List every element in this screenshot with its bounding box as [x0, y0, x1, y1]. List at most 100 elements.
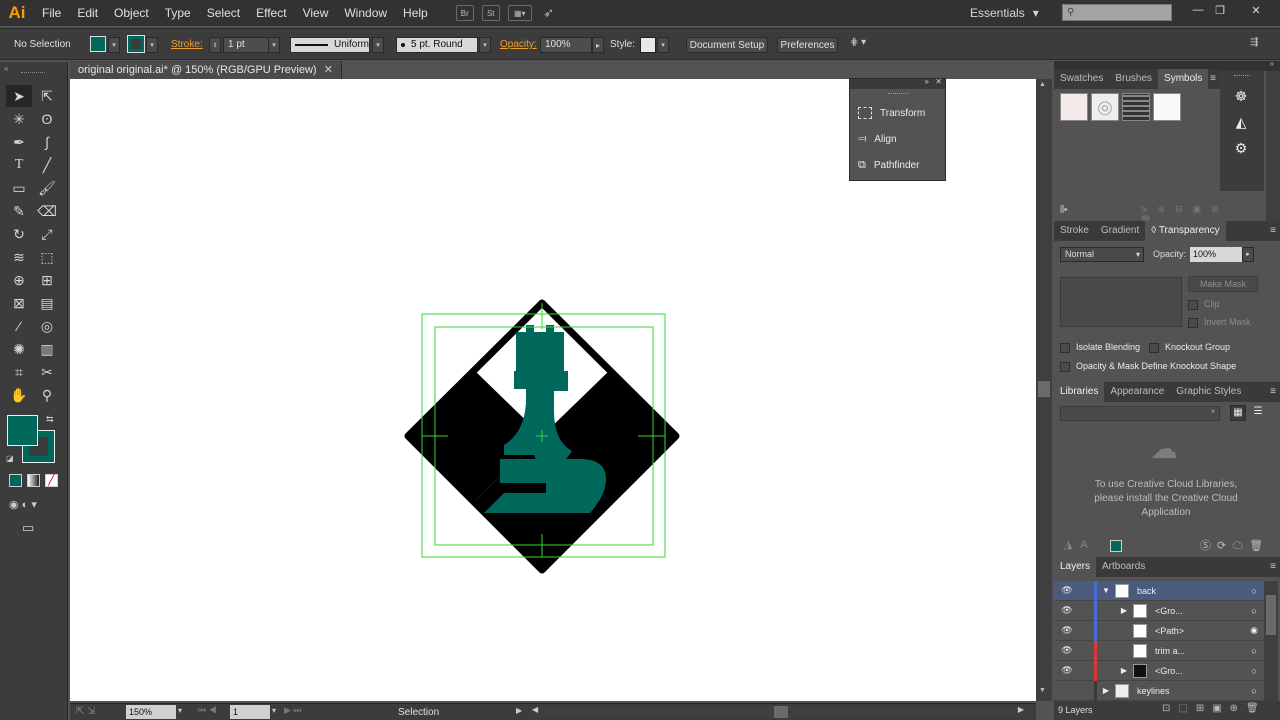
expand-arrow-icon[interactable]: ▶: [1097, 606, 1133, 615]
menu-edit[interactable]: Edit: [69, 0, 106, 26]
panel-grip[interactable]: [888, 93, 908, 94]
library-select[interactable]: ▾: [1060, 406, 1220, 421]
artboard-tool-icon[interactable]: ⌗: [6, 361, 32, 383]
menu-view[interactable]: View: [295, 0, 337, 26]
color-guide-icon[interactable]: ☸: [1228, 85, 1254, 107]
target-icon[interactable]: ◉: [1244, 625, 1264, 636]
expand-arrow-icon[interactable]: ▶: [1097, 666, 1133, 675]
clip-checkbox[interactable]: Clip: [1188, 299, 1220, 310]
symbols-scrollbar[interactable]: [1266, 71, 1280, 221]
document-tab[interactable]: original original.ai* @ 150% (RGB/GPU Pr…: [70, 61, 342, 79]
menu-object[interactable]: Object: [106, 0, 157, 26]
symbol-thumb[interactable]: [1153, 93, 1181, 121]
panel-menu-icon[interactable]: ≡: [1210, 69, 1216, 89]
paintbrush-tool-icon[interactable]: 🖌: [34, 177, 60, 199]
tab-libraries[interactable]: Libraries: [1054, 382, 1105, 402]
variable-width-profile[interactable]: Uniform: [290, 37, 370, 53]
symbol-thumb[interactable]: ◎: [1091, 93, 1119, 121]
minimize-button[interactable]: —: [1188, 2, 1208, 18]
feather-icon[interactable]: ➶: [540, 5, 558, 21]
document-setup-button[interactable]: Document Setup: [686, 37, 768, 53]
stroke-label[interactable]: Stroke:: [171, 39, 203, 50]
scroll-up-icon[interactable]: ▲: [1039, 81, 1046, 88]
opacity-mask-checkbox[interactable]: Opacity & Mask Define Knockout Shape: [1060, 361, 1236, 372]
collapse-icon[interactable]: »: [925, 77, 929, 86]
magic-wand-tool-icon[interactable]: ✳: [6, 108, 32, 130]
visibility-eye-icon[interactable]: 👁: [1054, 585, 1080, 596]
target-icon[interactable]: ○: [1244, 666, 1264, 676]
target-icon[interactable]: ○: [1244, 686, 1264, 696]
control-bar-menu-icon[interactable]: ⇶: [1250, 37, 1258, 48]
bridge-button[interactable]: Br: [455, 5, 474, 21]
tab-swatches[interactable]: Swatches: [1054, 69, 1109, 89]
layer-row[interactable]: 👁 ▶ <Gro... ○: [1054, 600, 1264, 621]
layer-row[interactable]: ▶ keylines ○: [1054, 680, 1264, 701]
zoom-field[interactable]: 150%: [126, 705, 176, 719]
workspace-switcher[interactable]: Essentials ▾: [970, 0, 1039, 26]
draw-mode-icon[interactable]: ◉ ◐ ▾: [9, 498, 37, 511]
menu-help[interactable]: Help: [395, 0, 436, 26]
opacity-label[interactable]: Opacity:: [500, 39, 537, 50]
panel-menu-icon[interactable]: ≡: [1270, 221, 1276, 241]
layers-scrollbar[interactable]: [1264, 581, 1278, 701]
profile-dropdown[interactable]: ▾: [372, 37, 384, 53]
tab-artboards[interactable]: Artboards: [1096, 557, 1151, 577]
target-icon[interactable]: ○: [1244, 606, 1264, 616]
eyedropper-tool-icon[interactable]: ⁄: [6, 315, 32, 337]
direct-selection-tool-icon[interactable]: ⇱: [34, 85, 60, 107]
symbol-sprayer-tool-icon[interactable]: ✺: [6, 338, 32, 360]
align-item[interactable]: ⫤ Align: [858, 129, 897, 149]
column-graph-tool-icon[interactable]: ▥: [34, 338, 60, 360]
menu-select[interactable]: Select: [199, 0, 248, 26]
horizontal-scrollbar[interactable]: ◀ ▶: [530, 705, 1026, 718]
mesh-tool-icon[interactable]: ⊠: [6, 292, 32, 314]
knockout-group-checkbox[interactable]: Knockout Group: [1149, 342, 1230, 353]
none-mode-icon[interactable]: ╱: [45, 474, 58, 487]
status-menu-icon[interactable]: ▶: [516, 706, 522, 715]
restore-button[interactable]: ❐: [1210, 2, 1230, 18]
color-mode-icon[interactable]: [9, 474, 22, 487]
artboard-prev-icons[interactable]: ⏮ ◀: [198, 705, 217, 716]
scale-tool-icon[interactable]: ⤢: [34, 223, 60, 245]
zoom-tool-icon[interactable]: ⚲: [34, 384, 60, 406]
fill-color-box[interactable]: [7, 415, 38, 446]
lasso-tool-icon[interactable]: ʘ: [34, 108, 60, 130]
perspective-grid-tool-icon[interactable]: ⊞: [34, 269, 60, 291]
isolate-blending-checkbox[interactable]: Isolate Blending: [1060, 342, 1140, 353]
slice-tool-icon[interactable]: ✂: [34, 361, 60, 383]
blend-mode-select[interactable]: Normal ▾: [1060, 247, 1144, 262]
menu-effect[interactable]: Effect: [248, 0, 294, 26]
scroll-right-icon[interactable]: ▶: [1018, 705, 1024, 714]
opacity-slider-toggle[interactable]: ▸: [592, 37, 604, 53]
menu-file[interactable]: File: [34, 0, 69, 26]
pathfinder-item[interactable]: ⧉ Pathfinder: [858, 155, 919, 175]
transform-item[interactable]: Transform: [858, 103, 925, 123]
panel-title-bar[interactable]: » ✕: [850, 77, 945, 89]
warp-tool-icon[interactable]: ≋: [6, 246, 32, 268]
h-scroll-thumb[interactable]: [774, 706, 788, 718]
stroke-stepper[interactable]: ⇕: [209, 37, 221, 53]
style-swatch[interactable]: [640, 37, 656, 53]
fill-swatch[interactable]: [90, 36, 106, 52]
type-tool-icon[interactable]: T: [6, 154, 32, 176]
gradient-tool-icon[interactable]: ▤: [34, 292, 60, 314]
color-icon[interactable]: ◭: [1228, 111, 1254, 133]
vertical-scrollbar[interactable]: ▲ ▼: [1036, 79, 1052, 701]
opacity-field[interactable]: 100%: [540, 37, 592, 53]
close-window-button[interactable]: ✕: [1246, 2, 1266, 18]
target-icon[interactable]: ○: [1244, 586, 1264, 596]
symbol-thumb[interactable]: [1060, 93, 1088, 121]
line-tool-icon[interactable]: ╱: [34, 154, 60, 176]
artboard-number-field[interactable]: 1: [230, 705, 270, 719]
pencil-tool-icon[interactable]: ✎: [6, 200, 32, 222]
eraser-tool-icon[interactable]: ⌫: [34, 200, 60, 222]
scroll-down-icon[interactable]: ▼: [1039, 687, 1046, 694]
panel-grip[interactable]: [21, 72, 45, 75]
expand-arrow-icon[interactable]: ▼: [1097, 586, 1115, 595]
close-panel-icon[interactable]: ✕: [935, 77, 942, 86]
target-icon[interactable]: ○: [1244, 646, 1264, 656]
align-options-icon[interactable]: ⋕ ▾: [850, 37, 880, 53]
visibility-eye-icon[interactable]: 👁: [1054, 625, 1080, 636]
rotate-tool-icon[interactable]: ↻: [6, 223, 32, 245]
opacity-field[interactable]: 100%: [1190, 247, 1242, 262]
